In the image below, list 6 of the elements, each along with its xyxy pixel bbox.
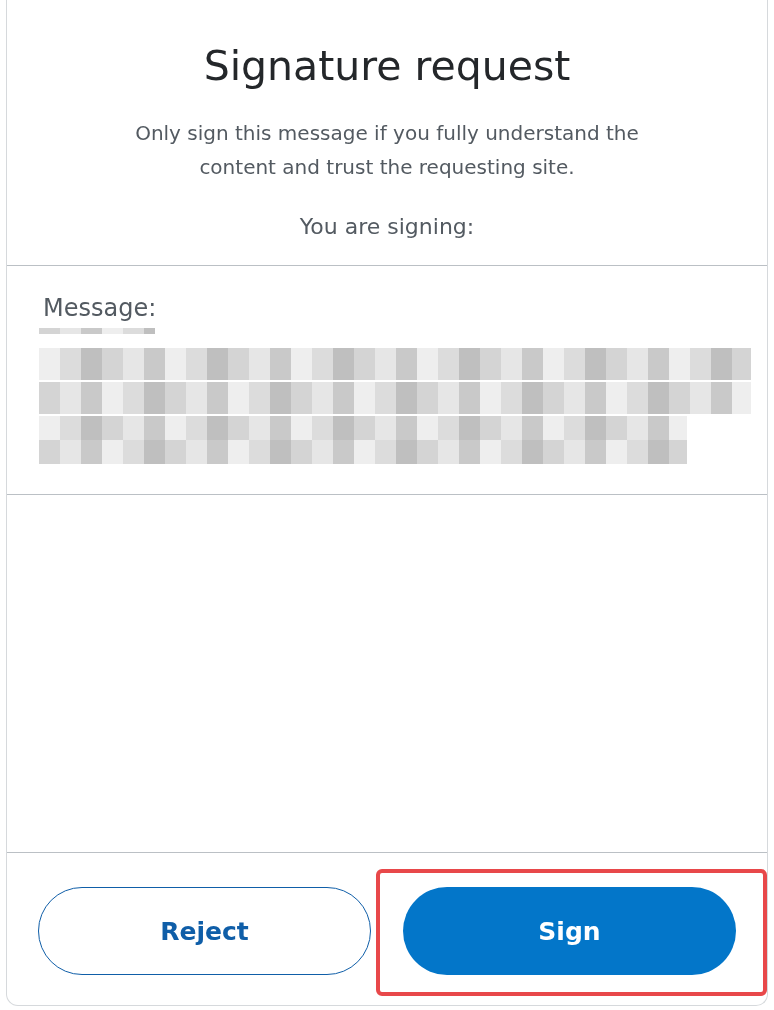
page-title: Signature request	[203, 42, 571, 90]
message-label: Message:	[43, 294, 157, 322]
reject-button[interactable]: Reject	[38, 887, 371, 975]
sign-button[interactable]: Sign	[403, 887, 736, 975]
signing-label: You are signing:	[299, 214, 475, 239]
warning-text: Only sign this message if you fully understand the content and trust the requesting site.	[134, 120, 640, 181]
